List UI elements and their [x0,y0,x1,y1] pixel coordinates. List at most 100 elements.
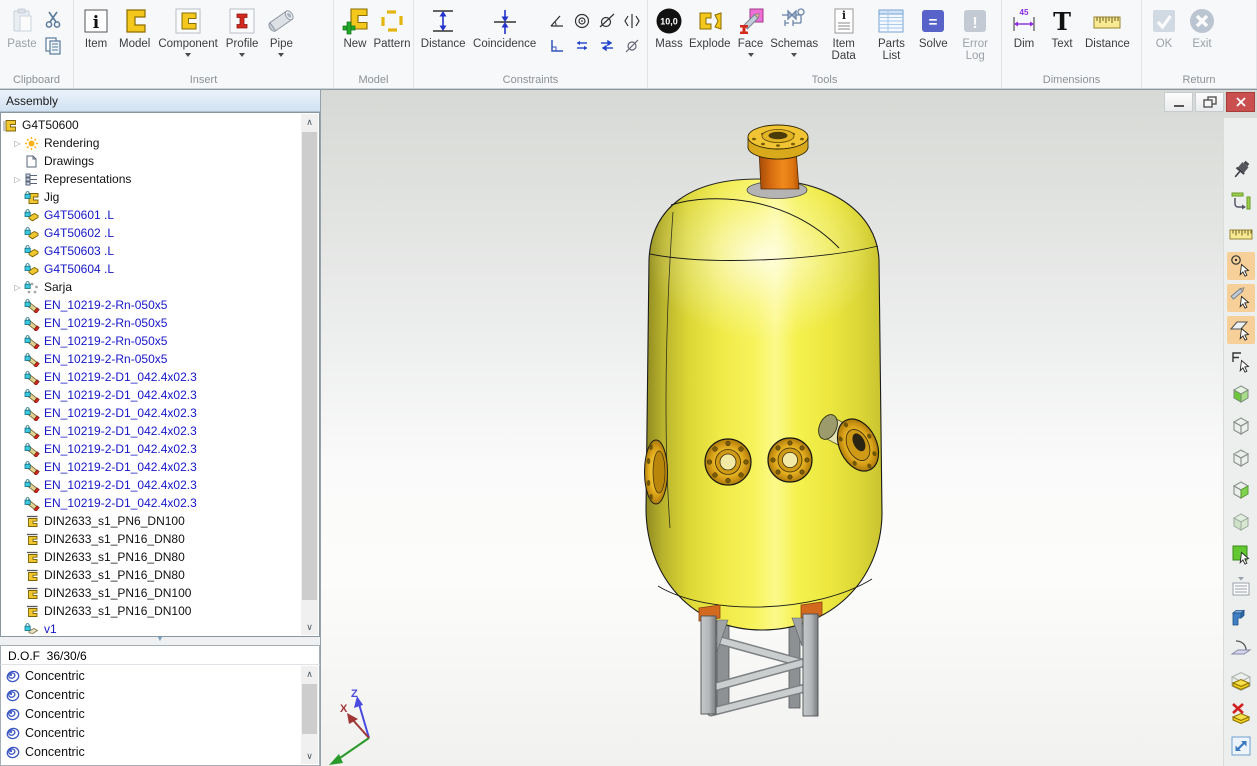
ribbon-button-copy-icon[interactable] [42,35,64,57]
dof-item-concentric[interactable]: Concentric [2,666,301,685]
expander-icon[interactable]: ▷ [11,175,24,184]
tree-item-din2633-s1-pn16-dn100[interactable]: DIN2633_s1_PN16_DN100 [2,602,301,620]
tree-scroll-thumb[interactable] [302,132,317,600]
tree-item-jig[interactable]: Jig [2,188,301,206]
window-restore-button[interactable] [1195,92,1224,112]
ribbon-button-fix-constraint-icon[interactable] [620,34,644,58]
tree-item-en-10219-2-rn-050x5[interactable]: EN_10219-2-Rn-050x5 [2,296,301,314]
ribbon-button-ok[interactable]: OK [1146,3,1182,52]
view-toolbar-update-view-icon[interactable] [1227,188,1255,216]
tree-item-en-10219-2-rn-050x5[interactable]: EN_10219-2-Rn-050x5 [2,350,301,368]
tree-scrollbar[interactable]: ∧ ∨ [301,114,318,635]
dof-item-concentric[interactable]: Concentric [2,685,301,704]
ribbon-button-explode[interactable]: Explode [688,3,732,52]
view-toolbar-section-plane-icon[interactable] [1227,636,1255,664]
scroll-down-icon[interactable]: ∨ [301,748,318,764]
view-toolbar-wire-cube-icon[interactable] [1227,412,1255,440]
tree-item-din2633-s1-pn16-dn80[interactable]: DIN2633_s1_PN16_DN80 [2,530,301,548]
window-minimize-button[interactable] [1164,92,1193,112]
tree-item-g4t50600[interactable]: G4T50600 [2,116,301,134]
view-toolbar-pale-cube-icon[interactable] [1227,508,1255,536]
scroll-up-icon[interactable]: ∧ [301,666,318,682]
view-toolbar-export-view-icon[interactable] [1227,732,1255,760]
view-toolbar-green-edge-cube-icon[interactable] [1227,476,1255,504]
tree-item-en-10219-2-d1-042-4x02-3[interactable]: EN_10219-2-D1_042.4x02.3 [2,368,301,386]
view-toolbar-snap-face-icon[interactable] [1227,316,1255,344]
view-toolbar-select-shaded-icon[interactable] [1227,540,1255,568]
ribbon-button-concentric-constraint-icon[interactable] [570,9,594,33]
window-close-button[interactable] [1226,92,1255,112]
ribbon-button-distance[interactable]: Distance [418,3,468,52]
ribbon-button-distance[interactable]: Distance [1082,3,1133,52]
tree-item-rendering[interactable]: ▷Rendering [2,134,301,152]
tree-item-g4t50603-l[interactable]: G4T50603 .L [2,242,301,260]
ribbon-button-angle-constraint-icon[interactable] [545,9,569,33]
ribbon-button-new[interactable]: New [338,3,372,52]
view-toolbar-view-list-icon[interactable] [1227,572,1255,600]
ribbon-button-perpendicular-constraint-icon[interactable] [545,34,569,58]
tree-item-din2633-s1-pn6-dn100[interactable]: DIN2633_s1_PN6_DN100 [2,512,301,530]
tree-item-en-10219-2-d1-042-4x02-3[interactable]: EN_10219-2-D1_042.4x02.3 [2,386,301,404]
dof-scroll-thumb[interactable] [302,684,317,734]
tree-item-din2633-s1-pn16-dn80[interactable]: DIN2633_s1_PN16_DN80 [2,566,301,584]
front-flange-b[interactable] [768,438,812,482]
ribbon-button-face[interactable]: Face [734,3,768,62]
view-toolbar-snap-edge-icon[interactable] [1227,284,1255,312]
ribbon-button-schemas[interactable]: Schemas [770,3,819,62]
ribbon-button-paste[interactable]: Paste [4,3,40,52]
view-toolbar-snap-feature-icon[interactable] [1227,348,1255,376]
tree-item-drawings[interactable]: Drawings [2,152,301,170]
ribbon-button-solve[interactable]: =Solve [916,3,950,52]
tree-item-representations[interactable]: ▷Representations [2,170,301,188]
viewport-3d[interactable]: Z X [321,89,1257,766]
view-toolbar-box-visible-icon[interactable] [1227,668,1255,696]
tree-item-en-10219-2-d1-042-4x02-3[interactable]: EN_10219-2-D1_042.4x02.3 [2,440,301,458]
ribbon-button-item-data[interactable]: iItem Data [821,3,867,64]
tree-item-en-10219-2-rn-050x5[interactable]: EN_10219-2-Rn-050x5 [2,314,301,332]
ribbon-button-dim[interactable]: 45Dim [1006,3,1042,52]
tree-item-en-10219-2-d1-042-4x02-3[interactable]: EN_10219-2-D1_042.4x02.3 [2,404,301,422]
ribbon-button-exit[interactable]: Exit [1184,3,1220,52]
view-toolbar-model-tree-icon[interactable] [1227,604,1255,632]
scroll-up-icon[interactable]: ∧ [301,114,318,130]
view-toolbar-box-hidden-icon[interactable] [1227,700,1255,728]
dof-item-concentric[interactable]: Concentric [2,704,301,723]
ribbon-button-cut-icon[interactable] [42,8,64,30]
ribbon-button-pipe[interactable]: Pipe [263,3,299,62]
dof-item-concentric[interactable]: Concentric [2,761,301,765]
ribbon-button-tangent-constraint-icon[interactable] [595,9,619,33]
tree-item-v1[interactable]: v1 [2,620,301,635]
front-flange-a[interactable] [705,439,751,485]
tree-item-en-10219-2-d1-042-4x02-3[interactable]: EN_10219-2-D1_042.4x02.3 [2,422,301,440]
tree-item-en-10219-2-rn-050x5[interactable]: EN_10219-2-Rn-050x5 [2,332,301,350]
tree-item-g4t50601-l[interactable]: G4T50601 .L [2,206,301,224]
3d-scene[interactable]: Z X [321,90,1257,766]
dof-scrollbar[interactable]: ∧ ∨ [301,666,318,764]
ribbon-button-pattern[interactable]: Pattern [374,3,410,52]
ribbon-button-component[interactable]: Component [155,3,220,62]
ribbon-button-parts-list[interactable]: Parts List [869,3,915,64]
view-toolbar-measure-ruler-icon[interactable] [1227,220,1255,248]
tree-item-sarja[interactable]: ▷Sarja [2,278,301,296]
ribbon-button-symmetry-constraint-icon[interactable] [620,9,644,33]
tree-item-g4t50602-l[interactable]: G4T50602 .L [2,224,301,242]
ribbon-button-equal-constraint-icon[interactable] [570,34,594,58]
view-toolbar-hidden-line-cube-icon[interactable] [1227,444,1255,472]
panel-splitter[interactable]: ▼ [0,637,320,645]
tree-item-din2633-s1-pn16-dn80[interactable]: DIN2633_s1_PN16_DN80 [2,548,301,566]
view-toolbar-snap-center-icon[interactable] [1227,252,1255,280]
expander-icon[interactable]: ▷ [11,283,24,292]
vessel-body[interactable] [646,170,882,630]
dof-item-concentric[interactable]: Concentric [2,723,301,742]
tree-item-g4t50604-l[interactable]: G4T50604 .L [2,260,301,278]
ribbon-button-profile[interactable]: Profile [223,3,262,62]
ribbon-button-model[interactable]: Model [116,3,153,52]
dof-item-concentric[interactable]: Concentric [2,742,301,761]
tree-item-en-10219-2-d1-042-4x02-3[interactable]: EN_10219-2-D1_042.4x02.3 [2,458,301,476]
tree-item-en-10219-2-d1-042-4x02-3[interactable]: EN_10219-2-D1_042.4x02.3 [2,476,301,494]
ribbon-button-item[interactable]: iItem [78,3,114,52]
ribbon-button-text[interactable]: TText [1044,3,1080,52]
ribbon-button-error-log[interactable]: !Error Log [952,3,998,64]
view-toolbar-shaded-cube-icon[interactable] [1227,380,1255,408]
top-nozzle[interactable] [747,125,808,199]
